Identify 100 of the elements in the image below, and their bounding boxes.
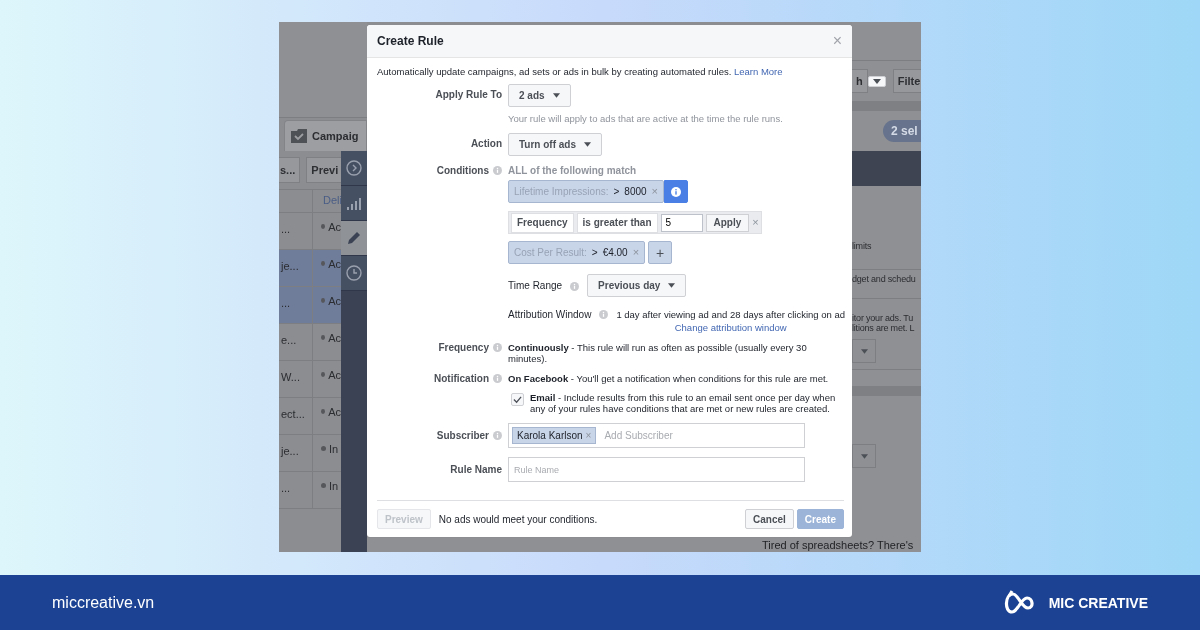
- status-dot-icon: [321, 483, 326, 488]
- time-range-dropdown[interactable]: Previous day: [587, 274, 687, 297]
- field-label: Subscriber: [436, 430, 489, 441]
- attribution-text: 1 day after viewing ad and 28 days after clicking on ad: [616, 309, 846, 320]
- status-dot-icon: [321, 446, 326, 451]
- frequency-text: Continuously - This rule will run as often as possible (usually every 30 minutes).: [508, 342, 808, 364]
- status-message: No ads would meet your conditions.: [438, 513, 599, 525]
- table-cell-text: ...: [280, 222, 292, 237]
- field-label: Frequency: [438, 342, 489, 353]
- status-dot-icon: [321, 261, 326, 266]
- table-cell: Ac: [328, 332, 341, 344]
- info-icon: [493, 374, 502, 383]
- table-row[interactable]: je... Ac: [279, 250, 341, 287]
- action-dropdown[interactable]: Turn off ads: [508, 133, 603, 156]
- caret-icon: [668, 283, 676, 288]
- subscriber-token[interactable]: Karola Karlson ×: [512, 427, 597, 444]
- intro-text: Automatically update campaigns, ad sets or ads in bulk by creating automated rules. Learn More: [377, 66, 784, 77]
- section-band: [852, 386, 921, 396]
- table-cell: Ac: [328, 258, 341, 270]
- brand-name: MIC CREATIVE: [1048, 594, 1148, 611]
- toolbar-button[interactable]: Previ: [306, 157, 344, 183]
- site-url: miccreative.vn: [52, 593, 155, 612]
- rule-name-field[interactable]: Rule Name: [508, 457, 805, 482]
- table-cell-text: je...: [279, 259, 300, 274]
- operator-select[interactable]: is greater than: [576, 212, 658, 233]
- table-cell: Ac: [328, 295, 341, 307]
- apply-button[interactable]: Apply: [705, 213, 750, 232]
- caret-icon: [860, 348, 868, 354]
- table-cell-text: ...: [280, 296, 292, 311]
- table-cell: Ac: [328, 369, 341, 381]
- table-cell-text: ect...: [280, 407, 306, 422]
- value-input[interactable]: 5: [660, 213, 703, 232]
- caret-icon: [872, 77, 881, 86]
- field-label: Conditions: [436, 165, 489, 176]
- bar-chart-icon[interactable]: [346, 195, 362, 211]
- selection-badge: 2 sel: [883, 120, 921, 142]
- table-cell: In: [329, 480, 339, 492]
- caret-icon: [584, 142, 592, 147]
- subscriber-field[interactable]: Karola Karlson × Add Subscriber: [508, 423, 805, 448]
- status-dot-icon: [321, 409, 326, 414]
- campaigns-tab[interactable]: Campaig: [284, 120, 367, 151]
- header-bar: [852, 151, 921, 186]
- field-label: Time Range: [508, 280, 563, 291]
- add-condition-button[interactable]: +: [648, 241, 673, 264]
- table-cell-text: je...: [279, 444, 300, 459]
- field-label: Apply Rule To: [435, 89, 502, 100]
- field-label: Action: [470, 138, 502, 149]
- info-icon: [493, 431, 502, 440]
- folder-check-icon: [291, 129, 307, 143]
- status-dot-icon: [321, 372, 326, 377]
- info-icon: [671, 186, 681, 197]
- notification-text: On Facebook - You'll get a notification when conditions for this rule are met.: [508, 373, 829, 384]
- table-cell-text: ...: [280, 481, 292, 496]
- condition-operator: >: [613, 186, 620, 197]
- info-icon: [570, 281, 580, 291]
- chevron-circle-icon[interactable]: [346, 160, 362, 176]
- close-button[interactable]: ×: [832, 33, 842, 49]
- table-cell: In: [329, 443, 339, 455]
- panel-text: limits: [852, 241, 873, 251]
- table-cell-text: e...: [280, 333, 298, 348]
- panel-text: litions are met. L: [852, 323, 916, 333]
- hint-text: Your rule will apply to ads that are active at the time the rule runs.: [508, 113, 783, 124]
- table-cell: Ac: [328, 221, 341, 233]
- table-cell-text: W...: [280, 370, 301, 385]
- table-cell: Ac: [328, 406, 341, 418]
- remove-button[interactable]: ×: [752, 217, 759, 228]
- table-row[interactable]: ... Ac: [279, 287, 341, 324]
- metric-select[interactable]: Frequency: [511, 212, 574, 233]
- dialog-title: Create Rule: [377, 34, 444, 48]
- apply-rule-dropdown[interactable]: 2 ads: [508, 84, 571, 107]
- status-dot-icon: [321, 335, 326, 340]
- section-band: [852, 101, 921, 111]
- panel-text: itor your ads. Tu: [852, 313, 915, 323]
- panel-text: dget and schedu: [852, 274, 917, 284]
- condition-value: 8000: [624, 186, 647, 197]
- info-button[interactable]: [664, 180, 688, 203]
- caret-icon: [552, 93, 560, 98]
- condition-value: €4.00: [602, 247, 628, 258]
- field-label: Notification: [434, 373, 489, 384]
- info-icon: [493, 166, 502, 175]
- pencil-icon[interactable]: [346, 230, 362, 246]
- email-option-text: Email - Include results from this rule to an email sent once per day when any of your rules have conditions that are met or new rules are created.: [530, 392, 837, 414]
- match-text: ALL of the following match: [508, 165, 637, 176]
- clock-icon[interactable]: [346, 265, 362, 281]
- info-icon: [599, 310, 609, 319]
- info-icon: [493, 343, 502, 352]
- caret-icon: [860, 453, 868, 459]
- status-dot-icon: [321, 224, 326, 229]
- cancel-button[interactable]: Cancel: [745, 509, 794, 529]
- field-label: Rule Name: [450, 464, 502, 475]
- learn-more-link[interactable]: Learn More: [734, 66, 783, 77]
- condition-operator: >: [591, 247, 598, 258]
- filter-button[interactable]: Filte: [892, 69, 921, 93]
- toolbar-button[interactable]: s...: [279, 157, 301, 183]
- change-attribution-link[interactable]: Change attribution window: [674, 322, 787, 333]
- field-label: Attribution Window: [508, 309, 592, 320]
- search-button[interactable]: h: [852, 69, 868, 93]
- status-dot-icon: [321, 298, 326, 303]
- email-checkbox[interactable]: [511, 393, 524, 406]
- promo-text: Tired of spreadsheets? There's: [367, 538, 921, 552]
